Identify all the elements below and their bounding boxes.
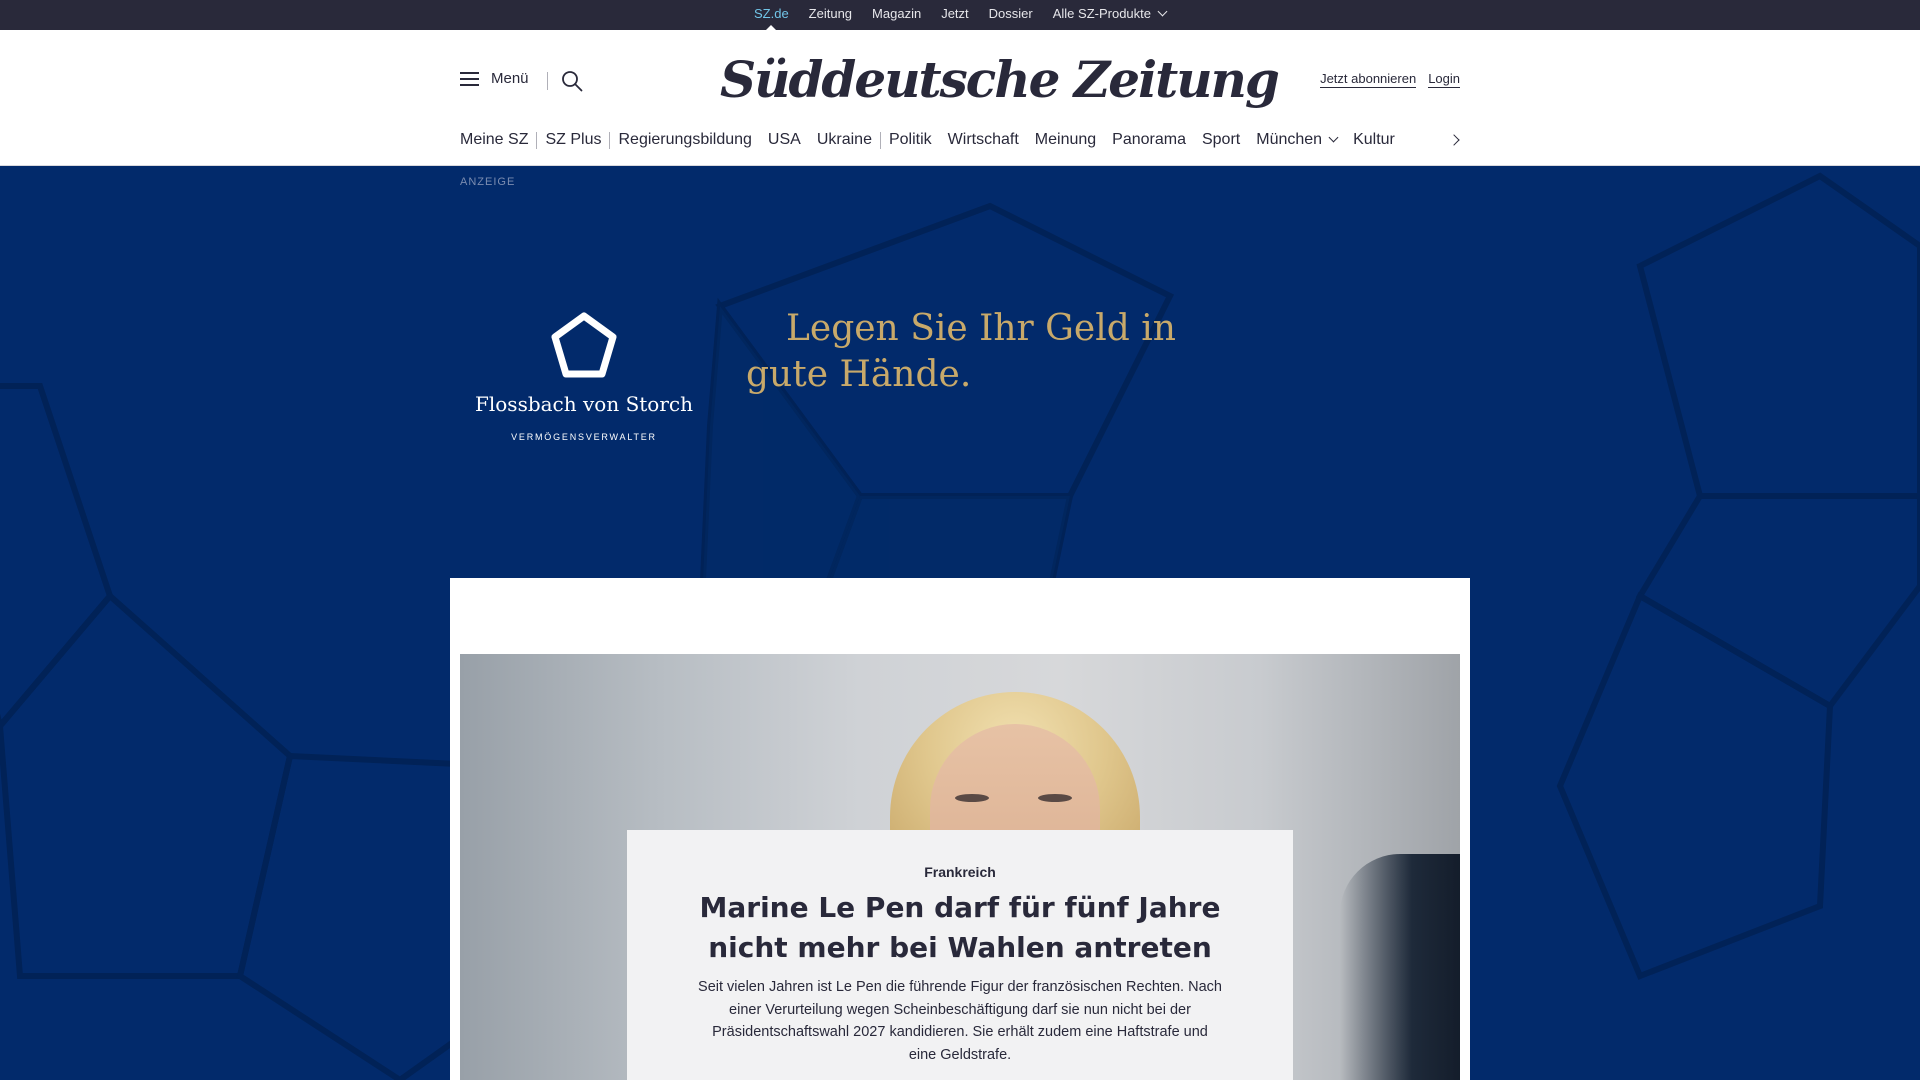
chevron-right-icon[interactable] [1448, 133, 1462, 147]
section-meinung[interactable]: Meinung [1027, 131, 1104, 149]
section-sz-plus[interactable]: SZ Plus [537, 131, 609, 149]
site-header: Menü Süddeutsche Zeitung Jetzt abonniere… [0, 30, 1920, 166]
portrait-eye [955, 794, 989, 802]
hamburger-icon [460, 71, 479, 86]
product-link-zeitung[interactable]: Zeitung [799, 0, 862, 30]
section-kultur[interactable]: Kultur [1345, 131, 1403, 149]
section-usa[interactable]: USA [760, 131, 809, 149]
section-sport[interactable]: Sport [1194, 131, 1248, 149]
portrait-background-figure [1340, 854, 1460, 1080]
section-muenchen[interactable]: München [1248, 131, 1345, 149]
menu-button[interactable]: Menü [460, 70, 529, 87]
menu-label: Menü [491, 70, 529, 87]
product-link-szde[interactable]: SZ.de [744, 0, 799, 31]
section-nav: Meine SZ SZ Plus Regierungsbildung USA U… [460, 128, 1403, 152]
header-account-links: Jetzt abonnieren Login [1320, 71, 1460, 88]
product-link-alle-label: Alle SZ-Produkte [1052, 6, 1151, 21]
section-regierungsbildung[interactable]: Regierungsbildung [610, 131, 759, 149]
chevron-down-icon [1157, 6, 1168, 17]
product-link-alle-sz-produkte[interactable]: Alle SZ-Produkte [1043, 0, 1176, 30]
ad-brand-name[interactable]: Flossbach von Storch [460, 392, 708, 416]
section-muenchen-label: München [1256, 131, 1323, 148]
article-summary: Seit vielen Jahren ist Le Pen die führen… [698, 979, 1222, 1063]
product-link-jetzt[interactable]: Jetzt [931, 0, 978, 30]
subscribe-link[interactable]: Jetzt abonnieren [1320, 71, 1417, 88]
section-wirtschaft[interactable]: Wirtschaft [940, 131, 1027, 149]
portrait-eye [1038, 794, 1072, 802]
search-button[interactable] [561, 70, 583, 92]
product-bar: SZ.de Zeitung Magazin Jetzt Dossier Alle… [0, 0, 1920, 31]
ad-claim[interactable]: Legen Sie Ihr Geld in gute Hände. [746, 306, 1186, 398]
ad-brand-subtitle: VERMÖGENSVERWALTER [511, 432, 657, 442]
header-divider [547, 72, 548, 90]
section-politik[interactable]: Politik [881, 131, 940, 149]
section-ukraine[interactable]: Ukraine [809, 131, 880, 149]
chevron-down-icon [1328, 132, 1339, 143]
product-link-dossier[interactable]: Dossier [979, 0, 1043, 30]
section-meine-sz[interactable]: Meine SZ [460, 131, 536, 149]
product-nav: SZ.de Zeitung Magazin Jetzt Dossier Alle… [0, 0, 1920, 31]
product-link-magazin[interactable]: Magazin [862, 0, 931, 30]
login-link[interactable]: Login [1428, 71, 1460, 88]
pentagon-logo-icon[interactable] [550, 312, 618, 380]
site-logo[interactable]: Süddeutsche Zeitung [720, 48, 1280, 112]
article-headline[interactable]: Marine Le Pen darf für fünf Jahre nicht … [667, 888, 1253, 968]
section-panorama[interactable]: Panorama [1104, 131, 1194, 149]
lead-article-teaser[interactable]: Frankreich Marine Le Pen darf für fünf J… [627, 830, 1293, 1080]
ad-label: ANZEIGE [460, 176, 516, 188]
main-content: Frankreich Marine Le Pen darf für fünf J… [450, 578, 1470, 1080]
article-kicker: Frankreich [924, 864, 996, 880]
search-icon [562, 71, 583, 92]
